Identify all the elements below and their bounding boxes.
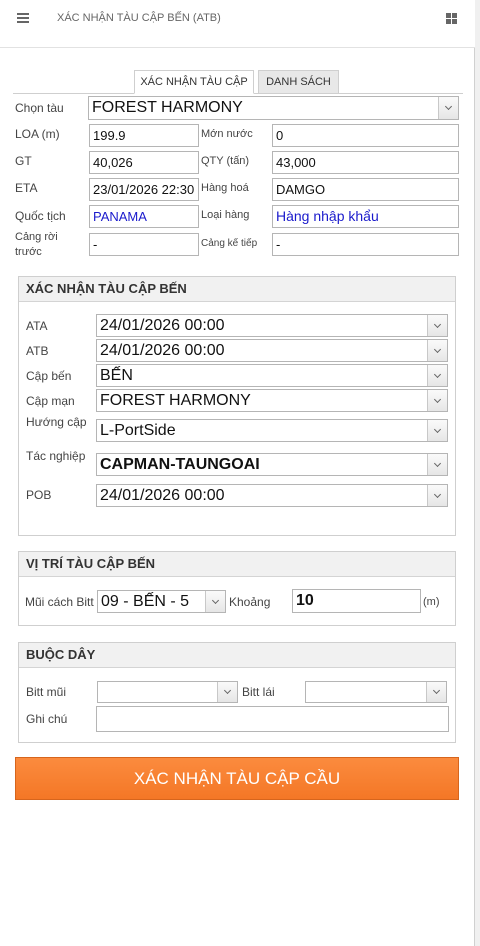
bitt-mui-label: Bitt mũi — [26, 685, 67, 699]
chevron-down-icon[interactable] — [427, 420, 447, 441]
chevron-down-icon[interactable] — [427, 454, 447, 475]
chevron-down-icon[interactable] — [426, 682, 446, 702]
hamburger-menu-icon[interactable] — [17, 13, 29, 23]
position-panel-title: VỊ TRÍ TÀU CẬP BẾN — [19, 552, 455, 577]
huong-cap-select[interactable]: L-PortSide — [96, 419, 448, 442]
ghi-chu-input[interactable] — [96, 706, 449, 732]
loai-hang-field[interactable]: Hàng nhập khẩu — [272, 205, 459, 228]
chevron-down-icon[interactable] — [217, 682, 237, 702]
bitt-lai-label: Bitt lái — [242, 685, 275, 699]
mon-nuoc-field[interactable]: 0 — [272, 124, 459, 147]
eta-field[interactable]: 23/01/2026 22:30 — [89, 178, 199, 201]
tab-xac-nhan[interactable]: XÁC NHẬN TÀU CẬP — [134, 70, 254, 94]
huong-cap-label: Hướng cập — [26, 415, 87, 429]
scrollbar[interactable] — [475, 0, 480, 946]
page-title: XÁC NHẬN TÀU CẬP BẾN (ATB) — [57, 12, 221, 24]
page: XÁC NHẬN TÀU CẬP BẾN (ATB) XÁC NHẬN TÀU … — [0, 0, 475, 946]
confirm-berthing-button[interactable]: XÁC NHẬN TÀU CẬP CẦU — [15, 757, 459, 800]
tab-danh-sach[interactable]: DANH SÁCH — [258, 70, 339, 94]
chon-tau-value: FOREST HARMONY — [92, 99, 243, 116]
atb-value: 24/01/2026 00:00 — [100, 342, 225, 359]
loa-field[interactable]: 199.9 — [89, 124, 199, 147]
chevron-down-icon[interactable] — [427, 390, 447, 411]
ata-value: 24/01/2026 00:00 — [100, 317, 225, 334]
chevron-down-icon[interactable] — [427, 365, 447, 386]
mui-cach-bitt-value: 09 - BẾN - 5 — [101, 593, 190, 610]
chon-tau-label: Chọn tàu — [15, 101, 64, 115]
cap-man-value: FOREST HARMONY — [100, 392, 251, 409]
khoang-unit: (m) — [423, 596, 440, 608]
atb-label: ATB — [26, 344, 49, 358]
chevron-down-icon[interactable] — [438, 97, 458, 119]
cang-ke-tiep-field[interactable]: - — [272, 233, 459, 256]
mui-cach-bitt-select[interactable]: 09 - BẾN - 5 — [97, 590, 226, 613]
chevron-down-icon[interactable] — [427, 340, 447, 361]
grid-apps-icon[interactable] — [446, 13, 457, 24]
bitt-lai-select[interactable] — [305, 681, 447, 703]
bitt-mui-select[interactable] — [97, 681, 238, 703]
qty-label: QTY (tấn) — [201, 155, 250, 167]
chevron-down-icon[interactable] — [205, 591, 225, 612]
tac-nghiep-select[interactable]: CAPMAN-TAUNGOAI — [96, 453, 448, 476]
qty-field[interactable]: 43,000 — [272, 151, 459, 174]
gt-label: GT — [15, 154, 32, 168]
ghi-chu-label: Ghi chú — [26, 712, 68, 726]
quoc-tich-field[interactable]: PANAMA — [89, 205, 199, 228]
cang-ke-tiep-label: Cảng kế tiếp — [201, 238, 258, 249]
cang-roi-label: Cảng rời trước — [15, 230, 58, 260]
ata-label: ATA — [26, 319, 48, 333]
quoc-tich-label: Quốc tịch — [15, 209, 66, 223]
chon-tau-select[interactable]: FOREST HARMONY — [88, 96, 459, 120]
pob-label: POB — [26, 488, 52, 502]
huong-cap-value: L-PortSide — [100, 422, 176, 439]
mon-nuoc-label: Mớn nước — [201, 128, 253, 140]
cap-man-select[interactable]: FOREST HARMONY — [96, 389, 448, 412]
loa-label: LOA (m) — [15, 127, 60, 141]
chevron-down-icon[interactable] — [427, 315, 447, 336]
berthing-panel-title: XÁC NHẬN TÀU CẬP BẾN — [19, 277, 455, 302]
khoang-input[interactable]: 10 — [292, 589, 421, 613]
atb-select[interactable]: 24/01/2026 00:00 — [96, 339, 448, 362]
cang-roi-field[interactable]: - — [89, 233, 199, 256]
cap-ben-label: Cập bến — [26, 369, 72, 383]
loai-hang-label: Loại hàng — [201, 209, 250, 221]
khoang-label: Khoảng — [229, 595, 271, 609]
eta-label: ETA — [15, 181, 38, 195]
hang-hoa-label: Hàng hoá — [201, 182, 249, 194]
top-bar: XÁC NHẬN TÀU CẬP BẾN (ATB) — [0, 0, 475, 48]
chevron-down-icon[interactable] — [427, 485, 447, 506]
cap-ben-select[interactable]: BẾN — [96, 364, 448, 387]
ata-select[interactable]: 24/01/2026 00:00 — [96, 314, 448, 337]
tac-nghiep-label: Tác nghiệp — [26, 449, 86, 463]
hang-hoa-field[interactable]: DAMGO — [272, 178, 459, 201]
cap-ben-value: BẾN — [100, 367, 133, 384]
mui-cach-bitt-label: Mũi cách Bitt — [25, 595, 94, 609]
mooring-panel-heading: BUỘC DÂY — [19, 643, 455, 668]
cang-roi-label-line1: Cảng rời — [15, 231, 58, 243]
cap-man-label: Cập mạn — [26, 394, 75, 408]
pob-select[interactable]: 24/01/2026 00:00 — [96, 484, 448, 507]
cang-roi-label-line2: trước — [15, 246, 42, 258]
gt-field[interactable]: 40,026 — [89, 151, 199, 174]
tac-nghiep-value: CAPMAN-TAUNGOAI — [100, 456, 260, 473]
pob-value: 24/01/2026 00:00 — [100, 487, 225, 504]
